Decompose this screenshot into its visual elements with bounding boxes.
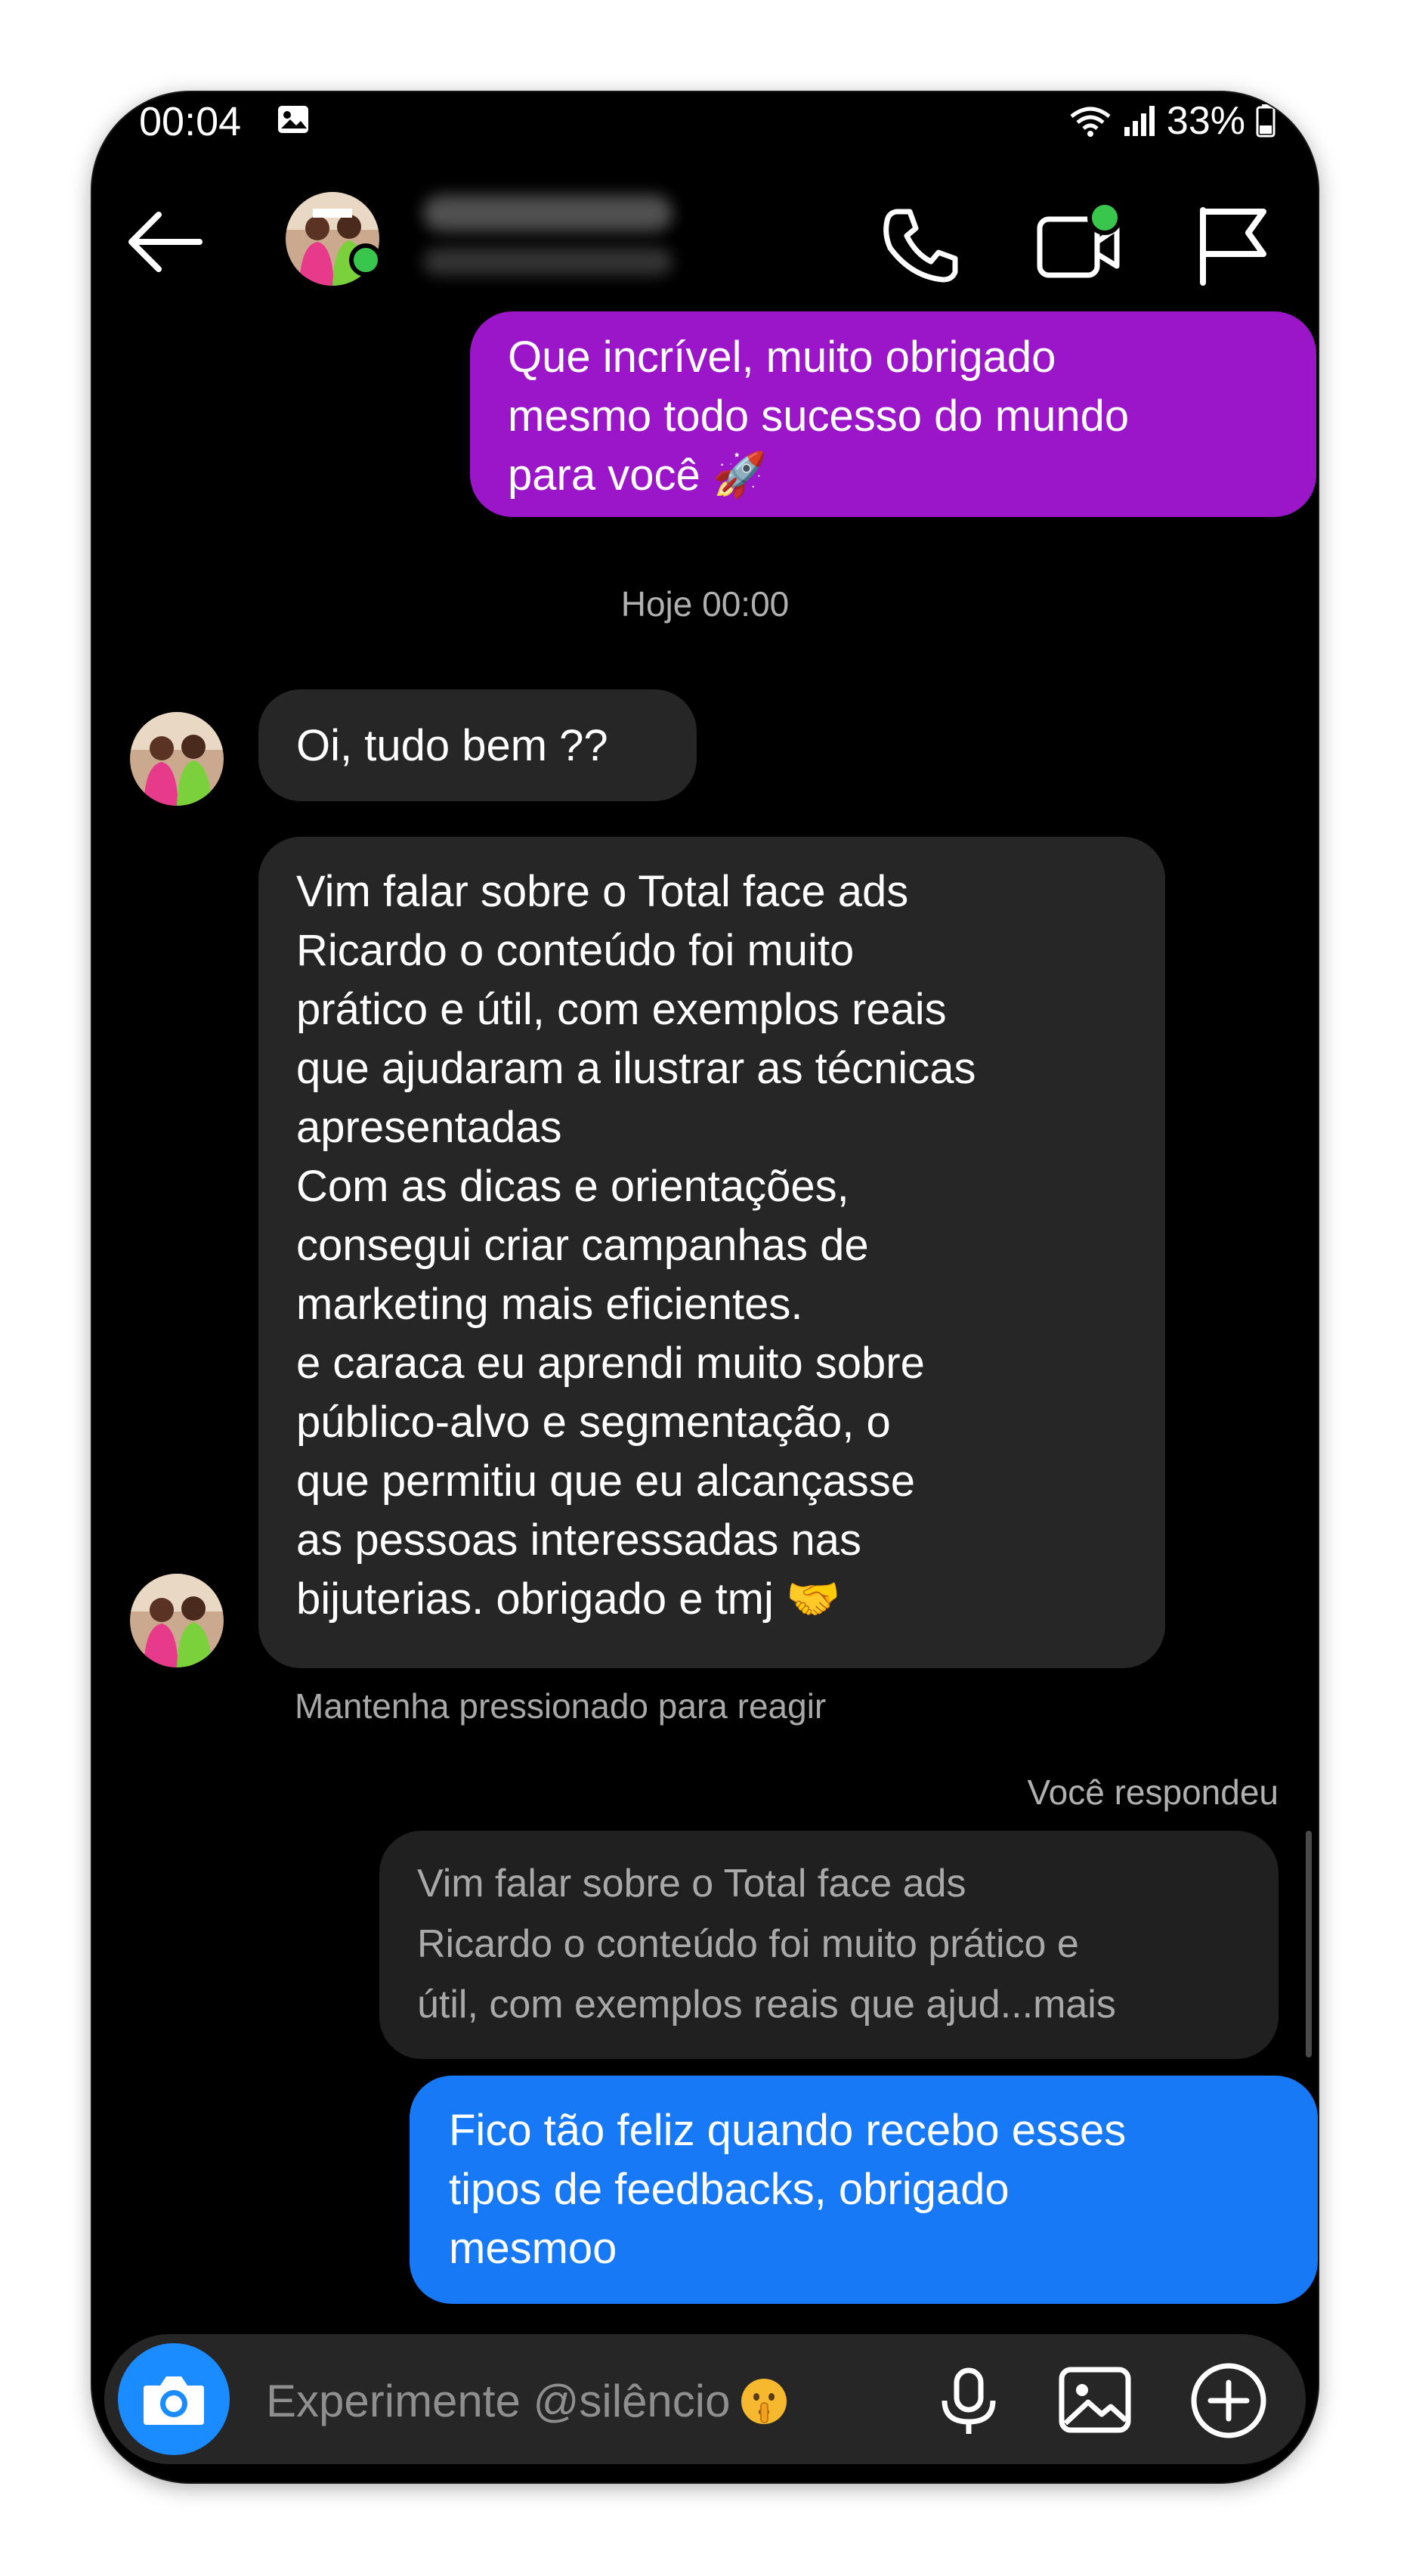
message-input-placeholder: Experimente @silêncio: [266, 2376, 731, 2426]
phone-icon[interactable]: [880, 204, 963, 287]
gallery-icon[interactable]: [1058, 2366, 1132, 2434]
received-message-bubble[interactable]: Vim falar sobre o Total face ads Ricardo…: [258, 837, 1165, 1668]
message-composer: Experimente @silêncio: [104, 2334, 1306, 2464]
sent-message-bubble[interactable]: Fico tão feliz quando recebo esses tipos…: [410, 2076, 1318, 2304]
online-status-dot: [349, 243, 382, 277]
back-arrow-icon[interactable]: [124, 204, 207, 280]
sender-avatar[interactable]: [130, 1574, 224, 1667]
contact-name-blurred: [423, 195, 673, 231]
sender-avatar[interactable]: [130, 712, 224, 806]
microphone-icon[interactable]: [938, 2367, 999, 2435]
camera-button[interactable]: [118, 2343, 230, 2455]
camera-icon: [144, 2376, 204, 2425]
video-call-icon[interactable]: [1035, 198, 1126, 289]
status-indicators: 33%: [1068, 98, 1275, 144]
wifi-icon: [1070, 107, 1111, 137]
received-message-bubble[interactable]: Oi, tudo bem ??: [258, 689, 697, 801]
signal-icon: [1124, 106, 1155, 136]
phone-screen: 00:04 33% Que incrível, muito obrigado m…: [92, 92, 1318, 2482]
battery-percent: 33%: [1166, 99, 1245, 143]
add-circle-icon[interactable]: [1189, 2361, 1268, 2440]
status-time: 00:04: [139, 99, 242, 144]
chat-timestamp: Hoje 00:00: [620, 584, 790, 624]
battery-icon: [1256, 104, 1275, 138]
quoted-reply-preview[interactable]: Vim falar sobre o Total face ads Ricardo…: [379, 1831, 1279, 2059]
message-input[interactable]: Experimente @silêncio: [266, 2375, 790, 2427]
contact-status-blurred: [423, 248, 673, 275]
flag-icon[interactable]: [1194, 203, 1269, 286]
scrollbar[interactable]: [1306, 1831, 1312, 2057]
shush-emoji-icon: [741, 2379, 787, 2424]
image-icon: [278, 106, 308, 133]
react-hint: Mantenha pressionado para reagir: [295, 1686, 827, 1726]
replied-label: Você respondeu: [1027, 1773, 1279, 1812]
sent-message-bubble[interactable]: Que incrível, muito obrigado mesmo todo …: [470, 311, 1316, 517]
